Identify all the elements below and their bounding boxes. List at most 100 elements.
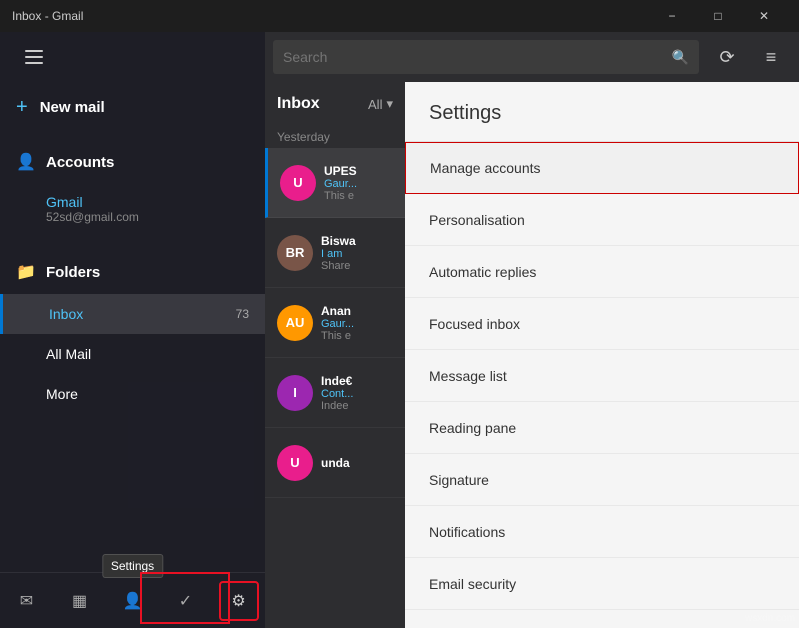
hamburger-button[interactable]	[16, 39, 52, 75]
app-container: + New mail 👤 Accounts Gmail 52sd@gmail.c…	[0, 32, 799, 628]
avatar-2: AU	[277, 305, 313, 341]
check-bottom-button[interactable]: ✓	[166, 581, 206, 621]
search-area: 🔍 ⟳ ≡	[265, 32, 799, 82]
settings-item-message-list[interactable]: Message list	[405, 350, 799, 402]
contacts-bottom-button[interactable]: 👤	[113, 581, 153, 621]
more-label: More	[46, 386, 249, 402]
watermark: wsxdn.com	[745, 613, 795, 624]
sync-icon: ⟳	[719, 47, 734, 68]
hamburger-line-1	[25, 50, 43, 52]
settings-item-reading-pane[interactable]: Reading pane	[405, 402, 799, 454]
sidebar-item-all-mail[interactable]: All Mail	[0, 334, 265, 374]
settings-item-signature[interactable]: Signature	[405, 454, 799, 506]
folders-label: Folders	[46, 264, 100, 281]
settings-title: Settings	[405, 82, 799, 142]
calendar-icon: ▦	[72, 591, 87, 611]
title-bar: Inbox - Gmail − □ ✕	[0, 0, 799, 32]
gear-icon: ⚙	[231, 591, 245, 611]
avatar-3: I	[277, 375, 313, 411]
mail-subject-1: I am	[321, 248, 397, 260]
mail-preview-1: Biswa I am Share	[321, 234, 397, 272]
settings-item-label-4: Message list	[429, 368, 507, 384]
mail-sender-1: Biswa	[321, 234, 397, 248]
mail-subject-2: Gaur...	[321, 318, 397, 330]
check-icon: ✓	[179, 591, 192, 611]
mail-sender-0: UPES	[324, 164, 397, 178]
settings-item-label-6: Signature	[429, 472, 489, 488]
mail-item-0[interactable]: U UPES Gaur... This e	[265, 148, 405, 218]
inbox-header: Inbox All ▾	[265, 82, 405, 126]
mail-snippet-1: Share	[321, 260, 397, 272]
new-mail-button[interactable]: + New mail	[0, 82, 265, 132]
account-name: Gmail	[46, 194, 249, 210]
minimize-button[interactable]: −	[649, 0, 695, 32]
settings-item-label-2: Automatic replies	[429, 264, 536, 280]
settings-item-automatic-replies[interactable]: Automatic replies	[405, 246, 799, 298]
avatar-0: U	[280, 165, 316, 201]
all-mail-label: All Mail	[46, 346, 249, 362]
sidebar-item-inbox[interactable]: Inbox 73	[0, 294, 265, 334]
settings-item-notifications[interactable]: Notifications	[405, 506, 799, 558]
right-section: 🔍 ⟳ ≡ Inbox All ▾ Yesterday	[265, 32, 799, 628]
inbox-filter[interactable]: All ▾	[368, 96, 393, 112]
mail-item-1[interactable]: BR Biswa I am Share	[265, 218, 405, 288]
top-toolbar-icons: ⟳ ≡	[707, 37, 791, 77]
sidebar-top	[0, 32, 265, 82]
new-mail-label: New mail	[40, 99, 105, 116]
contacts-icon: 👤	[123, 591, 143, 611]
mail-sender-4: unda	[321, 456, 397, 470]
settings-bottom-button[interactable]: ⚙	[219, 581, 259, 621]
mail-date-label: Yesterday	[265, 126, 405, 148]
close-button[interactable]: ✕	[741, 0, 787, 32]
folders-icon: 📁	[16, 262, 34, 282]
accounts-icon: 👤	[16, 152, 34, 172]
mail-subject-0: Gaur...	[324, 178, 397, 190]
settings-item-focused-inbox[interactable]: Focused inbox	[405, 298, 799, 350]
accounts-label: Accounts	[46, 154, 114, 171]
settings-item-email-security[interactable]: Email security	[405, 558, 799, 610]
settings-item-label-0: Manage accounts	[430, 160, 541, 176]
filter-label: All	[368, 97, 382, 112]
mail-preview-0: UPES Gaur... This e	[324, 164, 397, 202]
mail-sender-2: Anan	[321, 304, 397, 318]
plus-icon: +	[16, 96, 28, 119]
mail-item-3[interactable]: I Inde€ Cont... Indee	[265, 358, 405, 428]
gmail-account-item[interactable]: Gmail 52sd@gmail.com	[0, 184, 265, 234]
mail-preview-2: Anan Gaur... This e	[321, 304, 397, 342]
avatar-1: BR	[277, 235, 313, 271]
sidebar-bottom-toolbar: Settings ✉ ▦ 👤 ✓ ⚙	[0, 572, 265, 628]
filter-icon: ≡	[766, 47, 777, 68]
compose-bottom-button[interactable]: ✉	[7, 581, 47, 621]
inbox-label: Inbox	[49, 306, 236, 322]
mail-snippet-3: Indee	[321, 400, 397, 412]
mail-item-4[interactable]: U unda	[265, 428, 405, 498]
settings-item-personalisation[interactable]: Personalisation	[405, 194, 799, 246]
window-title: Inbox - Gmail	[12, 9, 649, 23]
mail-sender-3: Inde€	[321, 374, 397, 388]
avatar-4: U	[277, 445, 313, 481]
folders-section: 📁 Folders Inbox 73 All Mail More	[0, 242, 265, 422]
search-input[interactable]	[283, 49, 664, 65]
sync-button[interactable]: ⟳	[707, 37, 747, 77]
settings-item-label-8: Email security	[429, 576, 516, 592]
window-controls: − □ ✕	[649, 0, 787, 32]
settings-tooltip: Settings	[102, 554, 163, 578]
filter-button[interactable]: ≡	[751, 37, 791, 77]
calendar-bottom-button[interactable]: ▦	[60, 581, 100, 621]
folders-header[interactable]: 📁 Folders	[0, 250, 265, 294]
search-icon: 🔍	[672, 49, 689, 66]
sidebar-item-more[interactable]: More	[0, 374, 265, 414]
mail-snippet-0: This e	[324, 190, 397, 202]
settings-item-manage-accounts[interactable]: Manage accounts	[405, 142, 799, 194]
inbox-title: Inbox	[277, 95, 320, 113]
mail-item-2[interactable]: AU Anan Gaur... This e	[265, 288, 405, 358]
sidebar: + New mail 👤 Accounts Gmail 52sd@gmail.c…	[0, 32, 265, 628]
accounts-header[interactable]: 👤 Accounts	[0, 140, 265, 184]
settings-item-label-3: Focused inbox	[429, 316, 520, 332]
maximize-button[interactable]: □	[695, 0, 741, 32]
inbox-badge: 73	[236, 307, 249, 321]
chevron-down-icon: ▾	[386, 96, 393, 112]
mail-snippet-2: This e	[321, 330, 397, 342]
mail-list-area: Inbox All ▾ Yesterday U UPES Gaur... Thi…	[265, 82, 405, 628]
settings-item-label-1: Personalisation	[429, 212, 525, 228]
